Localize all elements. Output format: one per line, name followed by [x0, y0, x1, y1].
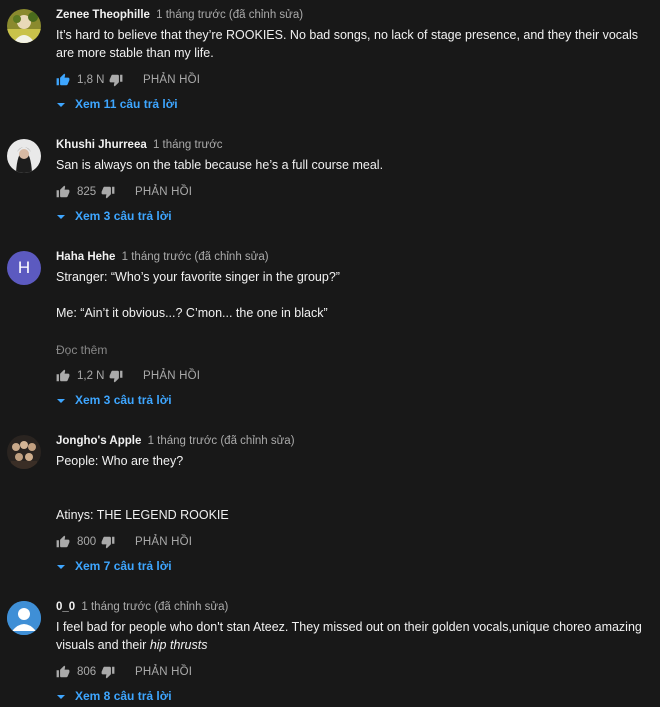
chevron-down-icon [56, 691, 66, 701]
view-replies-label: Xem 3 câu trả lời [75, 209, 172, 223]
view-replies-label: Xem 7 câu trả lời [75, 559, 172, 573]
reply-button[interactable]: PHẢN HỒI [143, 74, 200, 86]
chevron-down-icon [56, 561, 66, 571]
reply-button[interactable]: PHẢN HỒI [135, 186, 192, 198]
view-replies-label: Xem 11 câu trả lời [75, 97, 178, 111]
thumb-up-icon[interactable] [56, 535, 70, 549]
thumb-up-icon[interactable] [56, 665, 70, 679]
view-replies-button[interactable]: Xem 8 câu trả lời [56, 689, 172, 703]
thumb-down-icon[interactable] [109, 369, 123, 383]
comment-timestamp[interactable]: 1 tháng trước (đã chỉnh sửa) [81, 601, 228, 613]
thumb-down-icon[interactable] [101, 535, 115, 549]
like-count: 806 [77, 666, 97, 678]
avatar[interactable] [7, 139, 41, 173]
author-name[interactable]: Zenee Theophille [56, 9, 150, 21]
view-replies-label: Xem 8 câu trả lời [75, 689, 172, 703]
comment-actions: 1,2 N PHẢN HỒI [56, 368, 200, 384]
comment-actions: 1,8 N PHẢN HỒI [56, 72, 200, 88]
read-more-link[interactable]: Đọc thêm [56, 343, 107, 357]
view-replies-button[interactable]: Xem 3 câu trả lời [56, 393, 172, 407]
view-replies-label: Xem 3 câu trả lời [75, 393, 172, 407]
comment-text-emphasis: hip thrusts [149, 638, 208, 652]
like-count: 1,2 N [77, 370, 105, 382]
comment-timestamp[interactable]: 1 tháng trước (đã chỉnh sửa) [148, 435, 295, 447]
chevron-down-icon [56, 395, 66, 405]
avatar[interactable] [7, 435, 41, 469]
view-replies-button[interactable]: Xem 3 câu trả lời [56, 209, 172, 223]
thumb-down-icon[interactable] [101, 185, 115, 199]
comment-actions: 800 PHẢN HỒI [56, 534, 192, 550]
like-count: 800 [77, 536, 97, 548]
comment-thread: Zenee Theophille 1 tháng trước (đã chỉnh… [0, 0, 660, 120]
chevron-down-icon [56, 99, 66, 109]
comment-actions: 825 PHẢN HỒI [56, 184, 192, 200]
comment-text-body: I feel bad for people who don't stan Ate… [56, 620, 642, 652]
comment-thread: 0_0 1 tháng trước (đã chỉnh sửa) I feel … [0, 592, 660, 707]
avatar-photo-icon [7, 9, 41, 43]
avatar[interactable] [7, 9, 41, 43]
default-user-icon [7, 601, 41, 635]
thumb-down-icon[interactable] [101, 665, 115, 679]
thumb-up-icon[interactable] [56, 73, 70, 87]
comment-thread: H Haha Hehe 1 tháng trước (đã chỉnh sửa)… [0, 242, 660, 412]
comment-text-line: People: Who are they? [56, 454, 184, 468]
author-name[interactable]: Haha Hehe [56, 251, 115, 263]
view-replies-button[interactable]: Xem 11 câu trả lời [56, 97, 178, 111]
chevron-down-icon [56, 211, 66, 221]
author-name[interactable]: 0_0 [56, 601, 75, 613]
like-count: 1,8 N [77, 74, 105, 86]
thumb-up-icon[interactable] [56, 369, 70, 383]
comment-text: I feel bad for people who don't stan Ate… [56, 618, 652, 654]
comment-timestamp[interactable]: 1 tháng trước (đã chỉnh sửa) [122, 251, 269, 263]
comment-text-line: Stranger: “Who’s your favorite singer in… [56, 270, 340, 284]
avatar-photo-icon [7, 435, 41, 469]
view-replies-button[interactable]: Xem 7 câu trả lời [56, 559, 172, 573]
avatar-photo-icon [7, 139, 41, 173]
author-name[interactable]: Khushi Jhurreea [56, 139, 147, 151]
author-name[interactable]: Jongho's Apple [56, 435, 141, 447]
comment-text: It’s hard to believe that they’re ROOKIE… [56, 28, 639, 60]
comment-thread: Khushi Jhurreea 1 tháng trước San is alw… [0, 130, 660, 230]
comment-timestamp[interactable]: 1 tháng trước (đã chỉnh sửa) [156, 9, 303, 21]
reply-button[interactable]: PHẢN HỒI [135, 666, 192, 678]
comment-text-line: Me: “Ain’t it obvious...? C’mon... the o… [56, 306, 328, 320]
thumb-down-icon[interactable] [109, 73, 123, 87]
thumb-up-icon[interactable] [56, 185, 70, 199]
like-count: 825 [77, 186, 97, 198]
reply-button[interactable]: PHẢN HỒI [143, 370, 200, 382]
comment-text-line: Atinys: THE LEGEND ROOKIE [56, 508, 229, 522]
avatar[interactable]: H [7, 251, 41, 285]
reply-button[interactable]: PHẢN HỒI [135, 536, 192, 548]
comment-timestamp[interactable]: 1 tháng trước [153, 139, 223, 151]
comment-actions: 806 PHẢN HỒI [56, 664, 192, 680]
avatar[interactable] [7, 601, 41, 635]
comment-thread: Jongho's Apple 1 tháng trước (đã chỉnh s… [0, 426, 660, 576]
comment-text: San is always on the table because he’s … [56, 158, 384, 172]
